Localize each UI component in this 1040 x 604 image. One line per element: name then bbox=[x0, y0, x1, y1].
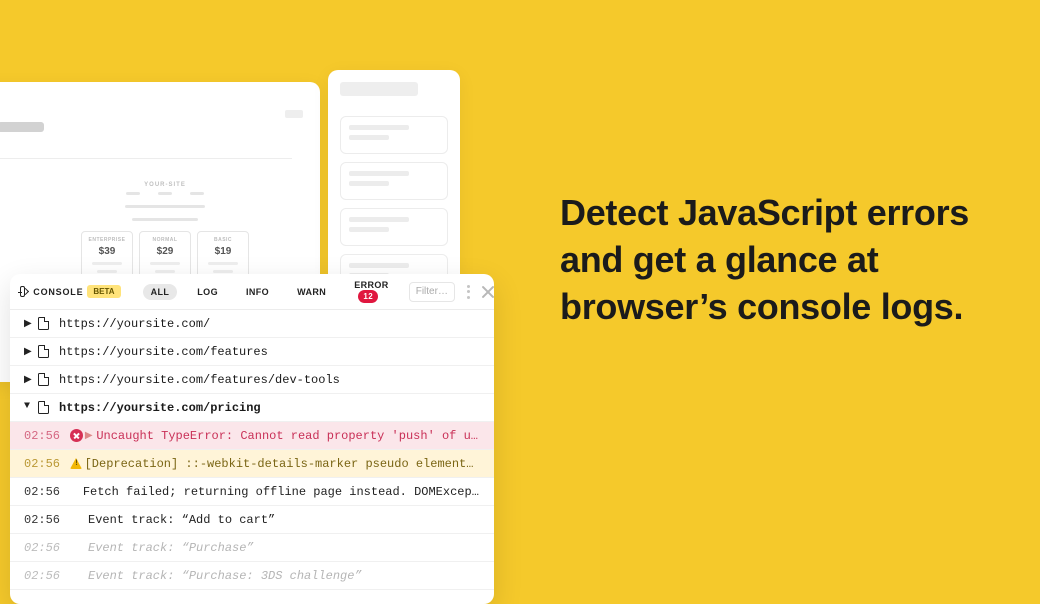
log-row-faded[interactable]: 02:56 Event track: “Purchase” bbox=[10, 534, 494, 562]
log-time: 02:56 bbox=[24, 429, 68, 443]
document-icon bbox=[38, 345, 49, 358]
skeleton-line bbox=[155, 270, 175, 273]
log-row-error[interactable]: 02:56 ▶ Uncaught TypeError: Cannot read … bbox=[10, 422, 494, 450]
skeleton-divider bbox=[0, 158, 292, 159]
group-url: https://yoursite.com/pricing bbox=[59, 401, 261, 415]
log-time: 02:56 bbox=[24, 569, 70, 583]
beta-badge: BETA bbox=[87, 285, 120, 298]
preview-site-label: YOUR-SITE bbox=[144, 182, 186, 188]
log-row-warn[interactable]: 02:56 [Deprecation] ::-webkit-details-ma… bbox=[10, 450, 494, 478]
skeleton-dash bbox=[126, 192, 140, 195]
tab-all[interactable]: ALL bbox=[143, 284, 178, 300]
log-message: Uncaught TypeError: Cannot read property… bbox=[96, 429, 480, 443]
tab-info[interactable]: INFO bbox=[238, 284, 277, 300]
skeleton-card bbox=[340, 162, 448, 200]
plan-tier: BASIC bbox=[214, 237, 232, 243]
skeleton-dash bbox=[158, 192, 172, 195]
filter-input[interactable]: Filter… bbox=[409, 282, 455, 302]
caret-right-icon: ▶ bbox=[24, 346, 32, 358]
console-group[interactable]: ▶ https://yoursite.com/ bbox=[10, 310, 494, 338]
skeleton-card bbox=[340, 208, 448, 246]
skeleton-line bbox=[213, 270, 233, 273]
error-count-badge: 12 bbox=[358, 290, 378, 303]
log-message: Event track: “Purchase: 3DS challenge” bbox=[88, 569, 362, 583]
preview-stack: YOUR-SITE ENTERPRISE $39 NORMAL $29 bbox=[0, 70, 460, 590]
log-time: 02:56 bbox=[24, 541, 70, 555]
console-panel: CONSOLE BETA ALL LOG INFO WARN ERROR 12 … bbox=[10, 274, 494, 604]
skeleton-line bbox=[0, 122, 44, 132]
document-icon bbox=[38, 317, 49, 330]
skeleton-dash bbox=[190, 192, 204, 195]
more-menu-icon[interactable] bbox=[467, 285, 470, 299]
console-icon bbox=[20, 286, 25, 297]
skeleton-line bbox=[97, 270, 117, 273]
skeleton-title bbox=[340, 82, 418, 96]
plan-price: $39 bbox=[99, 246, 116, 257]
filter-placeholder: Filter… bbox=[416, 286, 448, 297]
console-tabs: ALL LOG INFO WARN ERROR 12 bbox=[143, 277, 397, 306]
plan-tier: NORMAL bbox=[153, 237, 178, 243]
document-icon bbox=[38, 401, 49, 414]
tab-warn[interactable]: WARN bbox=[289, 284, 334, 300]
tab-error[interactable]: ERROR 12 bbox=[346, 277, 397, 306]
caret-right-icon: ▶ bbox=[24, 318, 32, 330]
group-url: https://yoursite.com/features bbox=[59, 345, 268, 359]
plan-tier: ENTERPRISE bbox=[89, 237, 126, 243]
log-time: 02:56 bbox=[24, 513, 70, 527]
console-groups: ▶ https://yoursite.com/ ▶ https://yoursi… bbox=[10, 310, 494, 422]
plan-price: $29 bbox=[157, 246, 174, 257]
skeleton-card bbox=[340, 116, 448, 154]
skeleton-line bbox=[150, 262, 180, 265]
console-group[interactable]: ▶ https://yoursite.com/features bbox=[10, 338, 494, 366]
log-row-faded[interactable]: 02:56 Event track: “Purchase: 3DS challe… bbox=[10, 562, 494, 590]
console-logs: 02:56 ▶ Uncaught TypeError: Cannot read … bbox=[10, 422, 494, 590]
tab-log[interactable]: LOG bbox=[189, 284, 226, 300]
plan-price: $19 bbox=[215, 246, 232, 257]
skeleton-chip bbox=[285, 110, 303, 118]
skeleton-bar bbox=[125, 205, 205, 208]
marketing-headline: Detect JavaScript errors and get a glanc… bbox=[560, 190, 1000, 330]
tab-error-label: ERROR bbox=[354, 280, 389, 290]
pricing-preview: YOUR-SITE ENTERPRISE $39 NORMAL $29 bbox=[65, 182, 265, 287]
log-time: 02:56 bbox=[24, 457, 68, 471]
skeleton-line bbox=[208, 262, 238, 265]
console-group[interactable]: ▶ https://yoursite.com/features/dev-tool… bbox=[10, 366, 494, 394]
log-message: [Deprecation] ::-webkit-details-marker p… bbox=[85, 457, 480, 471]
document-icon bbox=[38, 373, 49, 386]
log-message: Fetch failed; returning offline page ins… bbox=[83, 485, 480, 499]
log-time: 02:56 bbox=[24, 485, 66, 499]
console-title: CONSOLE bbox=[33, 287, 83, 297]
console-group-expanded[interactable]: ▼ https://yoursite.com/pricing bbox=[10, 394, 494, 422]
log-row[interactable]: 02:56 Event track: “Add to cart” bbox=[10, 506, 494, 534]
group-url: https://yoursite.com/ bbox=[59, 317, 210, 331]
skeleton-bar bbox=[132, 218, 198, 221]
console-header: CONSOLE BETA ALL LOG INFO WARN ERROR 12 … bbox=[10, 274, 494, 310]
caret-right-icon: ▶ bbox=[85, 430, 96, 442]
log-message: Event track: “Purchase” bbox=[88, 541, 254, 555]
skeleton-line bbox=[92, 262, 122, 265]
warning-icon bbox=[68, 458, 85, 469]
close-icon[interactable] bbox=[480, 284, 484, 300]
caret-down-icon: ▼ bbox=[24, 401, 32, 412]
log-row[interactable]: 02:56 Fetch failed; returning offline pa… bbox=[10, 478, 494, 506]
caret-right-icon: ▶ bbox=[24, 374, 32, 386]
error-icon bbox=[68, 429, 85, 442]
group-url: https://yoursite.com/features/dev-tools bbox=[59, 373, 340, 387]
log-message: Event track: “Add to cart” bbox=[88, 513, 275, 527]
